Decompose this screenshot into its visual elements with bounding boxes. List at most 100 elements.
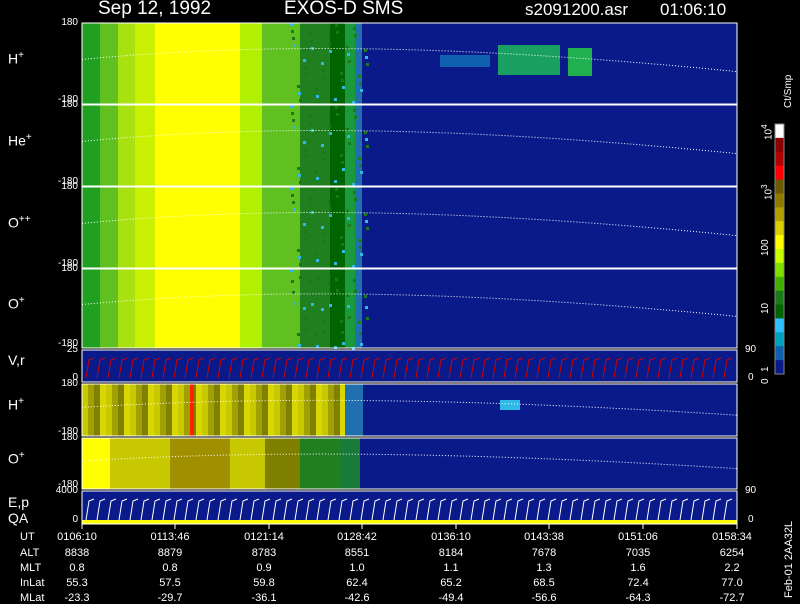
orbit-cell: 0151:06 bbox=[618, 531, 658, 543]
orbit-cell: 0121:14 bbox=[244, 531, 284, 543]
orbit-cell: 7678 bbox=[531, 547, 557, 559]
noise-pixel bbox=[304, 230, 307, 233]
colorbar-tick-base: 10 bbox=[763, 128, 775, 140]
spectrum-band bbox=[100, 105, 118, 186]
noise-pixel bbox=[342, 250, 345, 253]
spectrum-band bbox=[340, 438, 360, 489]
panel-label: V,r bbox=[8, 352, 25, 368]
orbit-cell: 57.5 bbox=[159, 577, 181, 589]
noise-pixel bbox=[297, 85, 300, 88]
spectrum-band bbox=[334, 384, 340, 436]
spectrum-band bbox=[100, 23, 118, 104]
noise-pixel bbox=[335, 24, 338, 27]
noise-pixel bbox=[354, 198, 357, 201]
orbit-cell: 8879 bbox=[157, 547, 183, 559]
orbit-row-label: ALT bbox=[20, 547, 40, 559]
orbit-cell: 0143:38 bbox=[524, 531, 564, 543]
noise-pixel bbox=[365, 138, 368, 141]
orbit-row-label: MLT bbox=[20, 562, 42, 574]
colorbar-segment bbox=[775, 137, 784, 153]
spectrum-band bbox=[292, 384, 298, 436]
noise-pixel bbox=[354, 116, 357, 119]
spectrum-band bbox=[118, 23, 135, 104]
orbit-cell: -72.7 bbox=[719, 592, 745, 604]
noise-pixel bbox=[292, 37, 295, 40]
noise-pixel bbox=[316, 95, 319, 98]
spectrum-band bbox=[280, 384, 286, 436]
spectrogram-figure: Sep 12, 1992 EXOS-D SMS s2091200.asr 01:… bbox=[0, 0, 800, 604]
noise-pixel bbox=[305, 329, 308, 332]
colorbar-segment bbox=[775, 290, 784, 306]
spectrum-band bbox=[100, 187, 118, 268]
noise-pixel bbox=[311, 211, 314, 214]
y-tick-max: 25 bbox=[66, 344, 78, 355]
noise-pixel bbox=[359, 82, 362, 85]
y-tick-min: 0 bbox=[72, 514, 78, 525]
noise-pixel bbox=[359, 164, 362, 167]
noise-pixel bbox=[305, 237, 308, 240]
spectrum-band bbox=[178, 384, 184, 436]
spectrum-band bbox=[82, 187, 100, 268]
spectrum-band bbox=[330, 23, 345, 104]
noise-pixel bbox=[299, 99, 302, 102]
y2-tick-max: 90 bbox=[745, 485, 757, 496]
noise-pixel bbox=[358, 321, 361, 324]
spectrum-band bbox=[155, 269, 240, 348]
orbit-cell: 68.5 bbox=[533, 577, 555, 589]
noise-pixel bbox=[329, 132, 332, 135]
noise-pixel bbox=[322, 69, 325, 72]
spectrum-band bbox=[286, 384, 292, 436]
panel-label-sup: + bbox=[18, 49, 24, 61]
spectrum-band bbox=[262, 105, 300, 186]
spectrum-band bbox=[135, 105, 155, 186]
noise-pixel bbox=[360, 171, 363, 174]
noise-pixel bbox=[299, 181, 302, 184]
noise-pixel bbox=[317, 277, 320, 280]
noise-pixel bbox=[340, 72, 343, 75]
noise-pixel bbox=[299, 263, 302, 266]
noise-pixel bbox=[336, 113, 339, 116]
noise-pixel bbox=[336, 289, 339, 292]
noise-pixel bbox=[297, 333, 300, 336]
panel-label-sup: ++ bbox=[18, 213, 31, 225]
spectrum-band bbox=[256, 384, 262, 436]
spectrum-band bbox=[262, 187, 300, 268]
colorbar-segment bbox=[775, 318, 784, 333]
spectrum-band bbox=[142, 384, 148, 436]
noise-pixel bbox=[340, 236, 343, 239]
spectrum-band bbox=[124, 384, 130, 436]
spectrum-band bbox=[262, 384, 268, 436]
noise-pixel bbox=[348, 142, 351, 145]
spectrum-band bbox=[316, 384, 322, 436]
noise-pixel bbox=[359, 332, 362, 335]
hplus-patch bbox=[440, 55, 490, 67]
y2-tick-min: 0 bbox=[748, 514, 754, 525]
orbit-row-label: InLat bbox=[20, 577, 45, 589]
colorbar-segment bbox=[775, 124, 784, 139]
panel-label: H+ bbox=[8, 49, 24, 67]
noise-pixel bbox=[305, 155, 308, 158]
orbit-cell: 72.4 bbox=[627, 577, 649, 589]
noise-pixel bbox=[354, 290, 357, 293]
spectrum-band bbox=[110, 438, 170, 489]
noise-pixel bbox=[303, 141, 306, 144]
spectrum-band bbox=[166, 384, 172, 436]
noise-pixel bbox=[341, 161, 344, 164]
spectrum-band bbox=[94, 384, 100, 436]
panel-label: O++ bbox=[8, 213, 31, 231]
noise-pixel bbox=[353, 109, 356, 112]
noise-pixel bbox=[298, 92, 301, 95]
noise-pixel bbox=[297, 167, 300, 170]
noise-pixel bbox=[364, 213, 367, 216]
noise-pixel bbox=[365, 220, 368, 223]
y-tick-max: 180 bbox=[61, 263, 78, 274]
noise-pixel bbox=[311, 129, 314, 132]
orbit-cell: 1.3 bbox=[536, 562, 552, 574]
panel-label: H+ bbox=[8, 396, 24, 413]
noise-pixel bbox=[353, 191, 356, 194]
spectrum-band bbox=[304, 384, 310, 436]
noise-pixel bbox=[347, 135, 350, 138]
y2-tick-max: 90 bbox=[745, 344, 757, 355]
noise-pixel bbox=[323, 330, 326, 333]
noise-pixel bbox=[328, 125, 331, 128]
